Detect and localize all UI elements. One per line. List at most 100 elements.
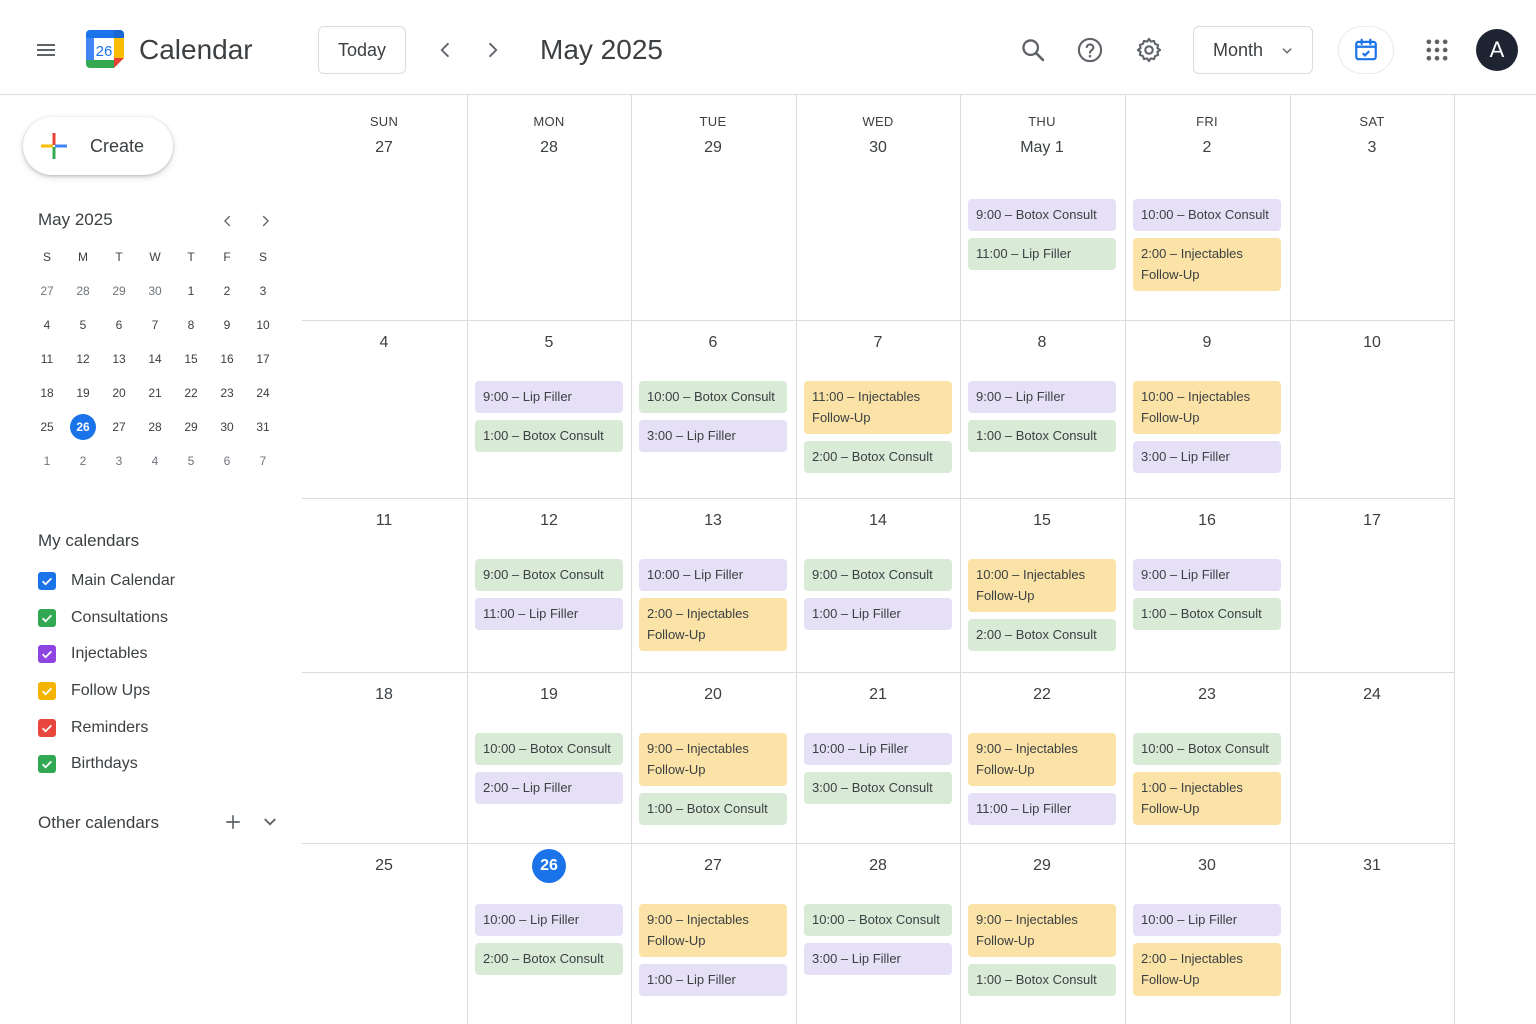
day-number[interactable]: 17	[1290, 512, 1454, 530]
calendar-event[interactable]: 9:00 – Lip Filler	[1133, 559, 1281, 591]
calendar-checkbox[interactable]	[38, 645, 56, 664]
mini-calendar-day[interactable]: 31	[245, 410, 281, 444]
calendar-event[interactable]: 1:00 – Lip Filler	[804, 598, 952, 630]
calendar-checkbox[interactable]	[38, 755, 56, 774]
calendar-event[interactable]: 2:00 – Lip Filler	[475, 772, 623, 804]
calendar-event[interactable]: 10:00 – Botox Consult	[475, 733, 623, 765]
mini-calendar-day[interactable]: 30	[209, 410, 245, 444]
mini-calendar-day[interactable]: 5	[173, 444, 209, 478]
calendar-event[interactable]: 2:00 – Injectables Follow-Up	[1133, 943, 1281, 996]
mini-calendar-day[interactable]: 25	[29, 410, 65, 444]
mini-calendar-day[interactable]: 23	[209, 376, 245, 410]
day-number[interactable]: 25	[302, 857, 466, 875]
mini-calendar-day[interactable]: 1	[173, 274, 209, 308]
calendar-event[interactable]: 1:00 – Lip Filler	[639, 964, 787, 996]
calendar-checkbox[interactable]	[38, 682, 56, 701]
calendar-event[interactable]: 11:00 – Lip Filler	[968, 238, 1116, 270]
mini-calendar-day[interactable]: 22	[173, 376, 209, 410]
tasks-button[interactable]	[1338, 26, 1394, 74]
day-number[interactable]: 14	[796, 512, 960, 530]
mini-calendar-day[interactable]: 4	[29, 308, 65, 342]
mini-calendar-day[interactable]: 26	[65, 410, 101, 444]
calendar-event[interactable]: 9:00 – Injectables Follow-Up	[968, 733, 1116, 786]
day-number[interactable]: 27	[302, 139, 466, 157]
day-number[interactable]: 29	[631, 139, 795, 157]
calendar-event[interactable]: 9:00 – Botox Consult	[804, 559, 952, 591]
calendar-event[interactable]: 10:00 – Botox Consult	[804, 904, 952, 936]
calendar-item[interactable]: Consultations	[38, 600, 175, 637]
calendar-checkbox[interactable]	[38, 608, 56, 627]
main-menu-button[interactable]	[22, 26, 70, 74]
mini-calendar-day[interactable]: 17	[245, 342, 281, 376]
day-number[interactable]: 30	[796, 139, 960, 157]
calendar-event[interactable]: 9:00 – Injectables Follow-Up	[639, 733, 787, 786]
create-button[interactable]: Create	[23, 117, 173, 175]
day-number[interactable]: 21	[796, 686, 960, 704]
mini-calendar-day[interactable]: 6	[209, 444, 245, 478]
calendar-event[interactable]: 3:00 – Lip Filler	[639, 420, 787, 452]
search-button[interactable]	[1009, 26, 1057, 74]
settings-button[interactable]	[1125, 26, 1173, 74]
calendar-event[interactable]: 10:00 – Botox Consult	[1133, 199, 1281, 231]
mini-calendar-day[interactable]: 5	[65, 308, 101, 342]
day-number[interactable]: 8	[960, 334, 1124, 352]
calendar-event[interactable]: 10:00 – Lip Filler	[1133, 904, 1281, 936]
day-number[interactable]: 23	[1125, 686, 1289, 704]
mini-calendar-day[interactable]: 10	[245, 308, 281, 342]
day-number[interactable]: 2	[1125, 139, 1289, 157]
mini-calendar-day[interactable]: 7	[137, 308, 173, 342]
calendar-event[interactable]: 10:00 – Injectables Follow-Up	[1133, 381, 1281, 434]
calendar-event[interactable]: 1:00 – Injectables Follow-Up	[1133, 772, 1281, 825]
day-number[interactable]: 18	[302, 686, 466, 704]
expand-other-calendars-button[interactable]	[256, 808, 284, 836]
calendar-item[interactable]: Reminders	[38, 709, 175, 746]
calendar-event[interactable]: 10:00 – Injectables Follow-Up	[968, 559, 1116, 612]
day-number[interactable]: 24	[1290, 686, 1454, 704]
calendar-event[interactable]: 9:00 – Botox Consult	[968, 199, 1116, 231]
day-number[interactable]: 6	[631, 334, 795, 352]
day-number[interactable]: 22	[960, 686, 1124, 704]
mini-calendar-day[interactable]: 29	[101, 274, 137, 308]
day-number[interactable]: 27	[631, 857, 795, 875]
calendar-event[interactable]: 9:00 – Injectables Follow-Up	[968, 904, 1116, 957]
mini-calendar-day[interactable]: 11	[29, 342, 65, 376]
mini-calendar-day[interactable]: 4	[137, 444, 173, 478]
mini-calendar-day[interactable]: 28	[65, 274, 101, 308]
mini-calendar-day[interactable]: 8	[173, 308, 209, 342]
calendar-item[interactable]: Birthdays	[38, 746, 175, 783]
next-period-button[interactable]	[472, 30, 512, 70]
day-number[interactable]: 13	[631, 512, 795, 530]
calendar-event[interactable]: 1:00 – Botox Consult	[968, 964, 1116, 996]
day-number[interactable]: 10	[1290, 334, 1454, 352]
mini-calendar-next[interactable]	[251, 207, 279, 235]
mini-calendar-day[interactable]: 27	[101, 410, 137, 444]
calendar-event[interactable]: 1:00 – Botox Consult	[1133, 598, 1281, 630]
calendar-event[interactable]: 3:00 – Botox Consult	[804, 772, 952, 804]
previous-period-button[interactable]	[426, 30, 466, 70]
mini-calendar-prev[interactable]	[214, 207, 242, 235]
mini-calendar-day[interactable]: 2	[65, 444, 101, 478]
day-number[interactable]: 28	[796, 857, 960, 875]
calendar-event[interactable]: 11:00 – Injectables Follow-Up	[804, 381, 952, 434]
calendar-event[interactable]: 2:00 – Botox Consult	[475, 943, 623, 975]
calendar-event[interactable]: 10:00 – Botox Consult	[1133, 733, 1281, 765]
calendar-checkbox[interactable]	[38, 718, 56, 737]
calendar-event[interactable]: 10:00 – Lip Filler	[475, 904, 623, 936]
calendar-event[interactable]: 10:00 – Lip Filler	[639, 559, 787, 591]
mini-calendar-day[interactable]: 3	[245, 274, 281, 308]
day-number[interactable]: 31	[1290, 857, 1454, 875]
mini-calendar-day[interactable]: 13	[101, 342, 137, 376]
mini-calendar-day[interactable]: 20	[101, 376, 137, 410]
apps-button[interactable]	[1413, 26, 1461, 74]
day-number[interactable]: 20	[631, 686, 795, 704]
day-number[interactable]: 4	[302, 334, 466, 352]
mini-calendar-day[interactable]: 29	[173, 410, 209, 444]
day-number[interactable]: 11	[302, 512, 466, 530]
calendar-event[interactable]: 9:00 – Lip Filler	[968, 381, 1116, 413]
mini-calendar-day[interactable]: 1	[29, 444, 65, 478]
calendar-event[interactable]: 9:00 – Injectables Follow-Up	[639, 904, 787, 957]
calendar-event[interactable]: 11:00 – Lip Filler	[475, 598, 623, 630]
day-number[interactable]: May 1	[960, 139, 1124, 157]
calendar-event[interactable]: 9:00 – Botox Consult	[475, 559, 623, 591]
calendar-item[interactable]: Follow Ups	[38, 673, 175, 710]
